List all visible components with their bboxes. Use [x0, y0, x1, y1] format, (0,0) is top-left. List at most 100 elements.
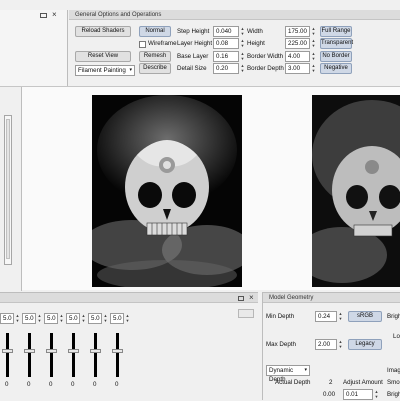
slider-track[interactable] — [50, 333, 53, 377]
slider-handle[interactable] — [90, 348, 101, 353]
sliders-dock-icon[interactable] — [238, 296, 244, 301]
max-depth-label: Max Depth — [266, 341, 296, 348]
remesh-button[interactable]: Remesh — [139, 51, 171, 62]
slider-value-spinner[interactable]: ▲ ▼ — [80, 313, 87, 324]
legacy-button[interactable]: Legacy — [348, 339, 382, 350]
slider-handle[interactable] — [112, 348, 123, 353]
slider-value-spinner[interactable]: ▲ ▼ — [14, 313, 21, 324]
border-width-label: Border Width — [247, 53, 284, 60]
slider-value-input[interactable]: 5.0 — [88, 313, 102, 324]
detail-size-input[interactable]: 0.20 — [213, 63, 239, 74]
left-top-panel: × — [0, 10, 68, 86]
left-tool-panel — [0, 87, 22, 291]
slider-value-input[interactable]: 5.0 — [110, 313, 124, 324]
no-border-button[interactable]: No Border — [320, 51, 352, 62]
slider-value-spinner[interactable]: ▲ ▼ — [36, 313, 43, 324]
sliders-side-button[interactable] — [238, 309, 254, 318]
detail-size-label: Detail Size — [177, 65, 207, 72]
base-layer-label: Base Layer — [177, 53, 209, 60]
viewport-area — [0, 86, 400, 291]
base-layer-spinner[interactable]: ▲ ▼ — [239, 51, 246, 62]
actual-depth-output: 0.00 — [323, 391, 336, 398]
slider-value-input[interactable]: 5.0 — [22, 313, 36, 324]
sliders-panel-header — [0, 293, 258, 303]
slider-handle[interactable] — [68, 348, 79, 353]
actual-depth-label: Actual Depth — [275, 379, 311, 386]
actual-depth-value: 2 — [329, 379, 333, 386]
model-geometry-panel: Model Geometry Min Depth 0.24 ▲ ▼ sRGB Br… — [262, 292, 400, 400]
step-height-input[interactable]: 0.040 — [213, 26, 239, 37]
adjust-amount-spinner[interactable]: ▲ ▼ — [373, 389, 380, 400]
skull-image-graphic — [92, 95, 242, 287]
sliders-close-icon[interactable]: × — [249, 293, 254, 303]
describe-button[interactable]: Describe — [139, 63, 171, 74]
panel-title: General Options and Operations — [69, 10, 400, 20]
slider-handle[interactable] — [2, 348, 13, 353]
slider-value-spinner[interactable]: ▲ ▼ — [58, 313, 65, 324]
slider-bottom-value: 0 — [27, 381, 31, 388]
height-spinner[interactable]: ▲ ▼ — [310, 38, 317, 49]
slider-value-input[interactable]: 5.0 — [66, 313, 80, 324]
layer-height-input[interactable]: 0.08 — [213, 38, 239, 49]
layer-height-spinner[interactable]: ▲ ▼ — [239, 38, 246, 49]
close-icon[interactable]: × — [52, 11, 57, 19]
max-depth-spinner[interactable]: ▲ ▼ — [337, 339, 344, 350]
height-input[interactable]: 225.00 — [285, 38, 310, 49]
normal-button[interactable]: Normal — [139, 26, 171, 37]
slider-value-spinner[interactable]: ▲ ▼ — [102, 313, 109, 324]
slider-track[interactable] — [72, 333, 75, 377]
general-options-panel: General Options and Operations Reload Sh… — [69, 10, 400, 86]
scrollbar-thumb[interactable] — [6, 119, 10, 259]
width-input[interactable]: 175.00 — [285, 26, 310, 37]
slider-track[interactable] — [116, 333, 119, 377]
slider-bottom-value: 0 — [71, 381, 75, 388]
slider-value-input[interactable]: 5.0 — [0, 313, 14, 324]
min-depth-spinner[interactable]: ▲ ▼ — [337, 311, 344, 322]
slider-bottom-value: 0 — [49, 381, 53, 388]
slider-track[interactable] — [6, 333, 9, 377]
reset-view-button[interactable]: Reset View — [75, 51, 131, 62]
border-depth-input[interactable]: 3.00 — [285, 63, 310, 74]
preview-image — [312, 95, 400, 287]
base-layer-input[interactable]: 0.16 — [213, 51, 239, 62]
dock-icon[interactable] — [40, 13, 47, 18]
slider-track[interactable] — [94, 333, 97, 377]
border-width-spinner[interactable]: ▲ ▼ — [310, 51, 317, 62]
height-label: Height — [247, 40, 265, 47]
border-width-input[interactable]: 4.00 — [285, 51, 310, 62]
min-depth-label: Min Depth — [266, 313, 295, 320]
slider-handle[interactable] — [46, 348, 57, 353]
transparent-button[interactable]: Transparent — [320, 38, 353, 49]
srgb-button[interactable]: sRGB — [348, 311, 382, 322]
wireframe-label: Wireframe — [148, 40, 177, 47]
slider-value-input[interactable]: 5.0 — [44, 313, 58, 324]
source-image — [92, 95, 242, 287]
slider-handle[interactable] — [24, 348, 35, 353]
width-label: Width — [247, 28, 263, 35]
width-spinner[interactable]: ▲ ▼ — [310, 26, 317, 37]
smoo-label: Smoo — [387, 379, 400, 386]
detail-size-spinner[interactable]: ▲ ▼ — [239, 63, 246, 74]
slider-track[interactable] — [28, 333, 31, 377]
bright-label-2: Brigh — [387, 391, 400, 398]
sliders-panel: × 5.0 ▲ ▼ 0 5.0 ▲ ▼ 0 5.0 ▲ ▼ 0 5.0 ▲ ▼ 0 5.0 ▲ ▼ 0 5.0 ▲ ▼ 0 — [0, 292, 258, 400]
slider-bottom-value: 0 — [93, 381, 97, 388]
negative-button[interactable]: Negative — [320, 63, 352, 74]
slider-group: 5.0 ▲ ▼ 0 5.0 ▲ ▼ 0 5.0 ▲ ▼ 0 5.0 ▲ ▼ 0 5.0 ▲ ▼ 0 5.0 ▲ ▼ 0 — [0, 313, 230, 401]
model-geometry-title: Model Geometry — [263, 293, 400, 303]
reload-shaders-button[interactable]: Reload Shaders — [75, 26, 131, 37]
min-depth-input[interactable]: 0.24 — [315, 311, 337, 322]
full-range-button[interactable]: Full Range — [320, 26, 352, 37]
adjust-amount-input[interactable]: 0.01 — [343, 389, 373, 400]
painting-mode-select[interactable]: Filament Painting — [75, 65, 135, 76]
slider-bottom-value: 0 — [5, 381, 9, 388]
border-depth-spinner[interactable]: ▲ ▼ — [310, 63, 317, 74]
border-depth-label: Border Depth — [247, 65, 284, 72]
depth-mode-select[interactable]: Dynamic Depth — [266, 365, 310, 383]
max-depth-input[interactable]: 2.00 — [315, 339, 337, 350]
step-height-spinner[interactable]: ▲ ▼ — [239, 26, 246, 37]
skull-preview-graphic — [312, 95, 400, 287]
wireframe-checkbox[interactable] — [139, 41, 146, 48]
step-height-label: Step Height — [177, 28, 210, 35]
slider-value-spinner[interactable]: ▲ ▼ — [124, 313, 131, 324]
